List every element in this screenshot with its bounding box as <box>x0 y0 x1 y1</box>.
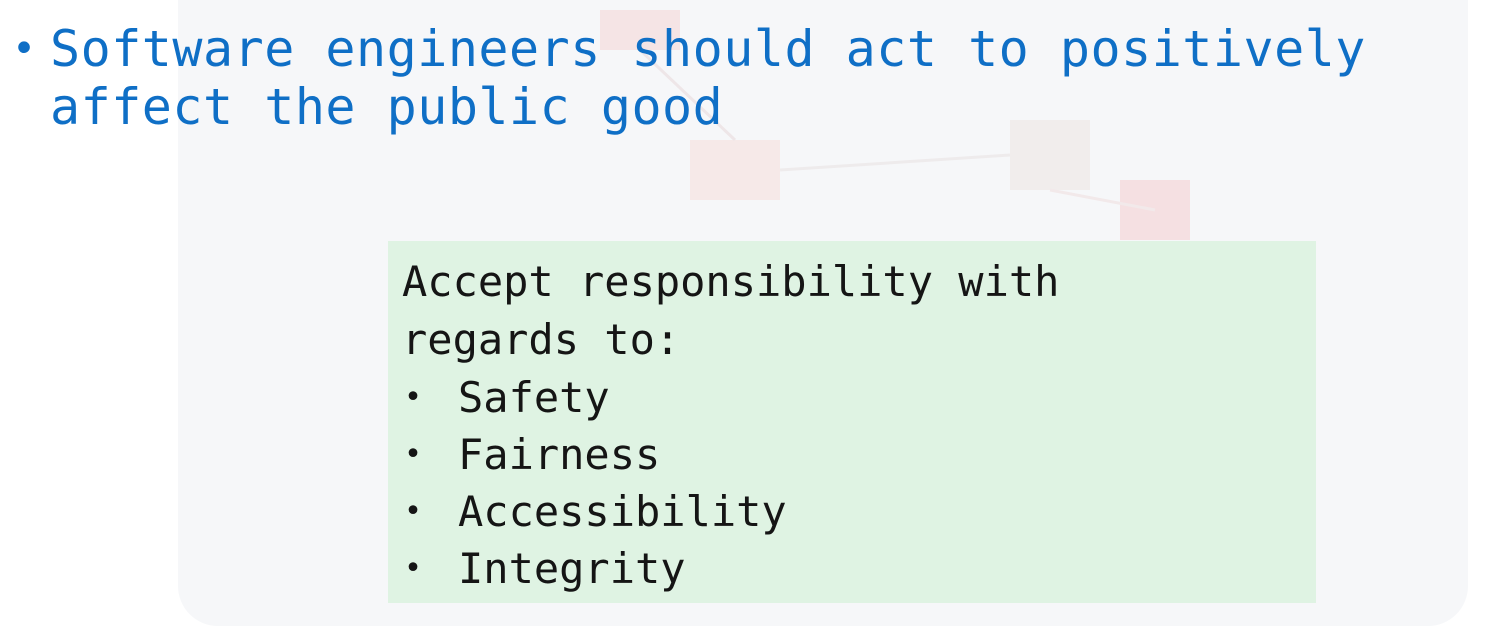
main-bullet-point: • Software engineers should act to posit… <box>10 20 1500 136</box>
responsibility-list: • Safety • Fairness • Accessibility • In… <box>402 369 1316 597</box>
list-bullet-marker: • <box>404 494 423 529</box>
list-item: • Integrity <box>402 540 1316 597</box>
bullet-marker: • <box>12 26 37 72</box>
list-item: • Fairness <box>402 426 1316 483</box>
list-bullet-marker: • <box>404 551 423 586</box>
list-item: • Accessibility <box>402 483 1316 540</box>
list-item-label: Accessibility <box>458 487 787 536</box>
list-item-label: Safety <box>458 373 610 422</box>
callout-heading: Accept responsibility with regards to: <box>402 257 1085 364</box>
list-bullet-marker: • <box>404 380 423 415</box>
list-item-label: Integrity <box>458 544 686 593</box>
responsibility-callout-box: Accept responsibility with regards to: •… <box>388 241 1316 603</box>
list-item: • Safety <box>402 369 1316 426</box>
list-bullet-marker: • <box>404 437 423 472</box>
main-bullet-text: Software engineers should act to positiv… <box>50 20 1397 136</box>
list-item-label: Fairness <box>458 430 661 479</box>
